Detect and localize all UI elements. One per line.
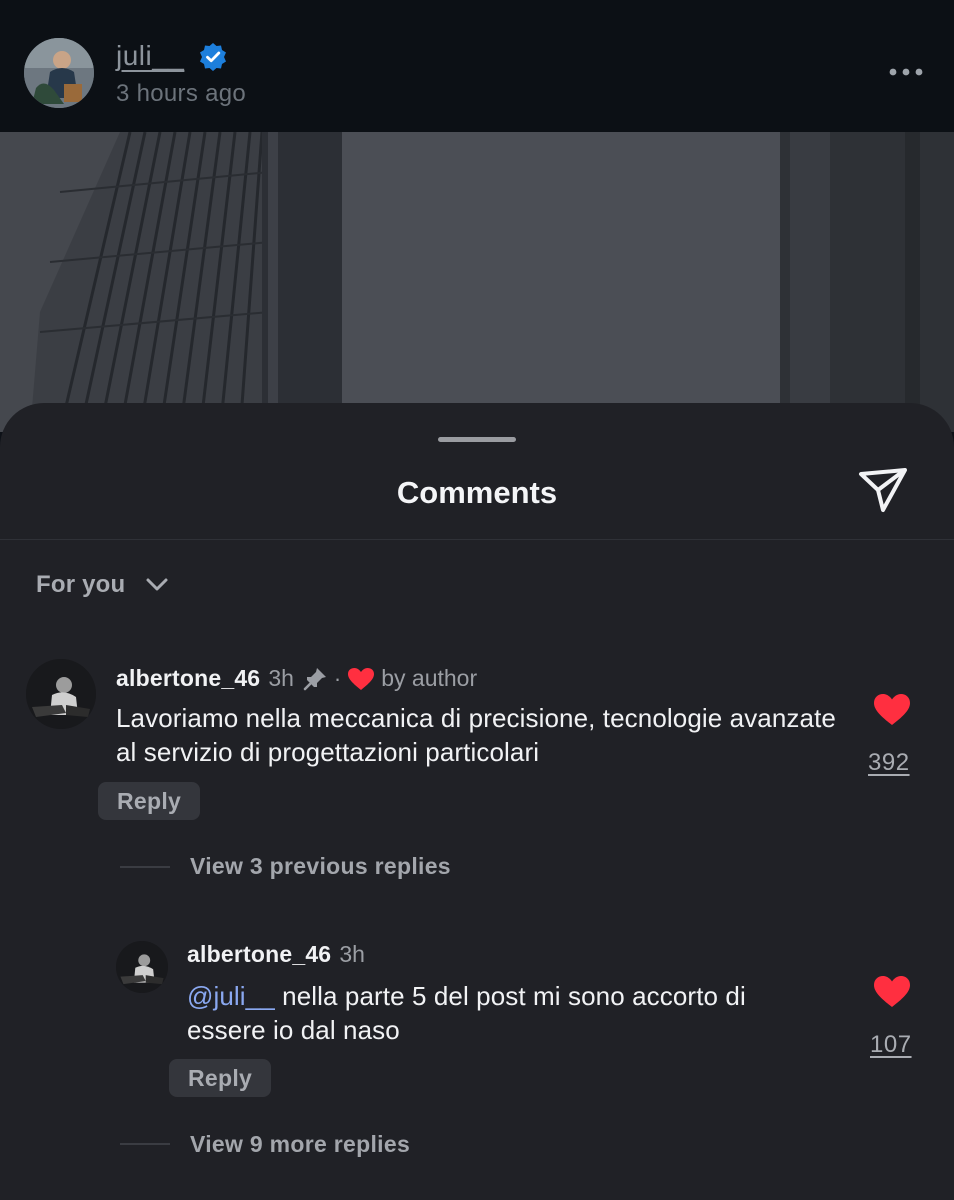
like-count[interactable]: 392 [868,749,910,777]
share-send-icon[interactable] [856,465,910,515]
reply-time: 3h [339,941,365,967]
reply-button[interactable]: Reply [98,782,201,820]
reply-text: @juli__ nella parte 5 del post mi sono a… [187,979,827,1047]
comment-time: 3h [268,665,294,691]
post-photo[interactable] [0,132,954,432]
reply-button[interactable]: Reply [169,1059,272,1097]
threads-post-comments-screen: juli__ 3 hours ago Comments For you albe… [0,0,954,1200]
chevron-down-icon [146,578,168,591]
reply-username[interactable]: albertone_46 [187,941,331,968]
comment-text: Lavoriamo nella meccanica di precisione,… [116,703,836,767]
mention-link[interactable]: @juli__ [187,981,275,1011]
comment-username[interactable]: albertone_46 [116,665,260,692]
post-author-avatar[interactable] [24,38,94,108]
sheet-header-divider [0,539,954,540]
view-more-replies-link[interactable]: View 9 more replies [190,1131,410,1158]
liked-by-author-label: by author [381,665,478,691]
reply-header: albertone_46 3h [187,941,365,968]
thread-line [120,866,170,868]
post-timestamp: 3 hours ago [116,80,247,107]
like-count[interactable]: 107 [870,1031,912,1059]
comments-title: Comments [396,475,558,510]
comment-sort-filter[interactable]: For you [36,571,169,599]
post-author-username[interactable]: juli__ [116,40,184,72]
separator-dot: · [333,665,342,691]
sheet-drag-handle[interactable] [438,437,516,442]
comments-sheet: Comments For you albertone_46 3h · by au… [0,403,954,1200]
reply-commenter-avatar[interactable] [116,941,168,993]
heart-icon [348,667,375,690]
commenter-avatar[interactable] [26,659,96,729]
comment-header: albertone_46 3h · by author [116,665,477,692]
like-heart-icon[interactable] [873,693,911,727]
like-heart-icon[interactable] [873,975,911,1009]
pin-icon [303,667,326,690]
thread-line [120,1143,170,1145]
verified-badge-icon [200,43,226,71]
filter-label: For you [36,571,126,598]
view-previous-replies-link[interactable]: View 3 previous replies [190,853,451,880]
more-options-icon[interactable] [886,60,926,84]
post-header: juli__ 3 hours ago [0,0,954,132]
